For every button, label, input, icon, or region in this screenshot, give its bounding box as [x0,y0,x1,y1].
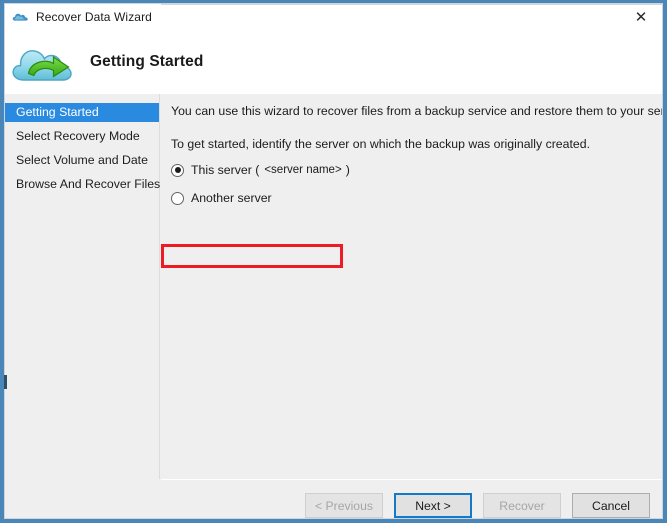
cloud-icon [12,9,30,25]
intro-paragraph: You can use this wizard to recover files… [171,104,663,118]
this-server-label: This server ( [191,163,259,177]
body-area: Getting Started Select Recovery Mode Sel… [5,94,662,479]
server-choice-radio-group: This server ( <server name> ) Another se… [171,160,663,208]
footer-divider [161,4,662,5]
header-banner: Getting Started [5,30,662,94]
wizard-steps-sidebar: Getting Started Select Recovery Mode Sel… [5,94,160,479]
another-server-radio[interactable]: Another server [171,188,272,208]
title-bar: Recover Data Wizard ✕ [5,4,662,30]
footer-bar: < Previous Next > Recover Cancel [161,479,662,519]
content-pane: You can use this wizard to recover files… [160,94,663,479]
wizard-button-row: < Previous Next > Recover Cancel [305,493,650,518]
cloud-restore-icon [11,40,73,84]
next-button[interactable]: Next > [394,493,472,518]
this-server-suffix: ) [346,163,350,177]
sidebar-item-browse-and-recover-files[interactable]: Browse And Recover Files [5,175,159,194]
another-server-label: Another server [191,191,272,205]
close-icon[interactable]: ✕ [620,4,662,30]
annotation-rectangle [161,244,343,268]
radio-unselected-icon [171,192,184,205]
radio-selected-icon [171,164,184,177]
window-title: Recover Data Wizard [36,10,152,24]
cancel-button[interactable]: Cancel [572,493,650,518]
server-name-value: <server name> [259,164,345,176]
previous-button[interactable]: < Previous [305,493,383,518]
sidebar-item-select-recovery-mode[interactable]: Select Recovery Mode [5,127,159,146]
sidebar-item-getting-started[interactable]: Getting Started [5,103,159,122]
recover-button[interactable]: Recover [483,493,561,518]
sidebar-item-select-volume-and-date[interactable]: Select Volume and Date [5,151,159,170]
page-title: Getting Started [90,53,203,71]
instruction-paragraph: To get started, identify the server on w… [171,137,663,151]
screenshot-root: Recover Data Wizard ✕ [0,0,667,523]
wizard-window: Recover Data Wizard ✕ [0,0,667,523]
this-server-radio[interactable]: This server ( <server name> ) [171,160,350,180]
window-edge-notch [4,375,7,389]
window-inner-frame: Recover Data Wizard ✕ [4,3,663,519]
